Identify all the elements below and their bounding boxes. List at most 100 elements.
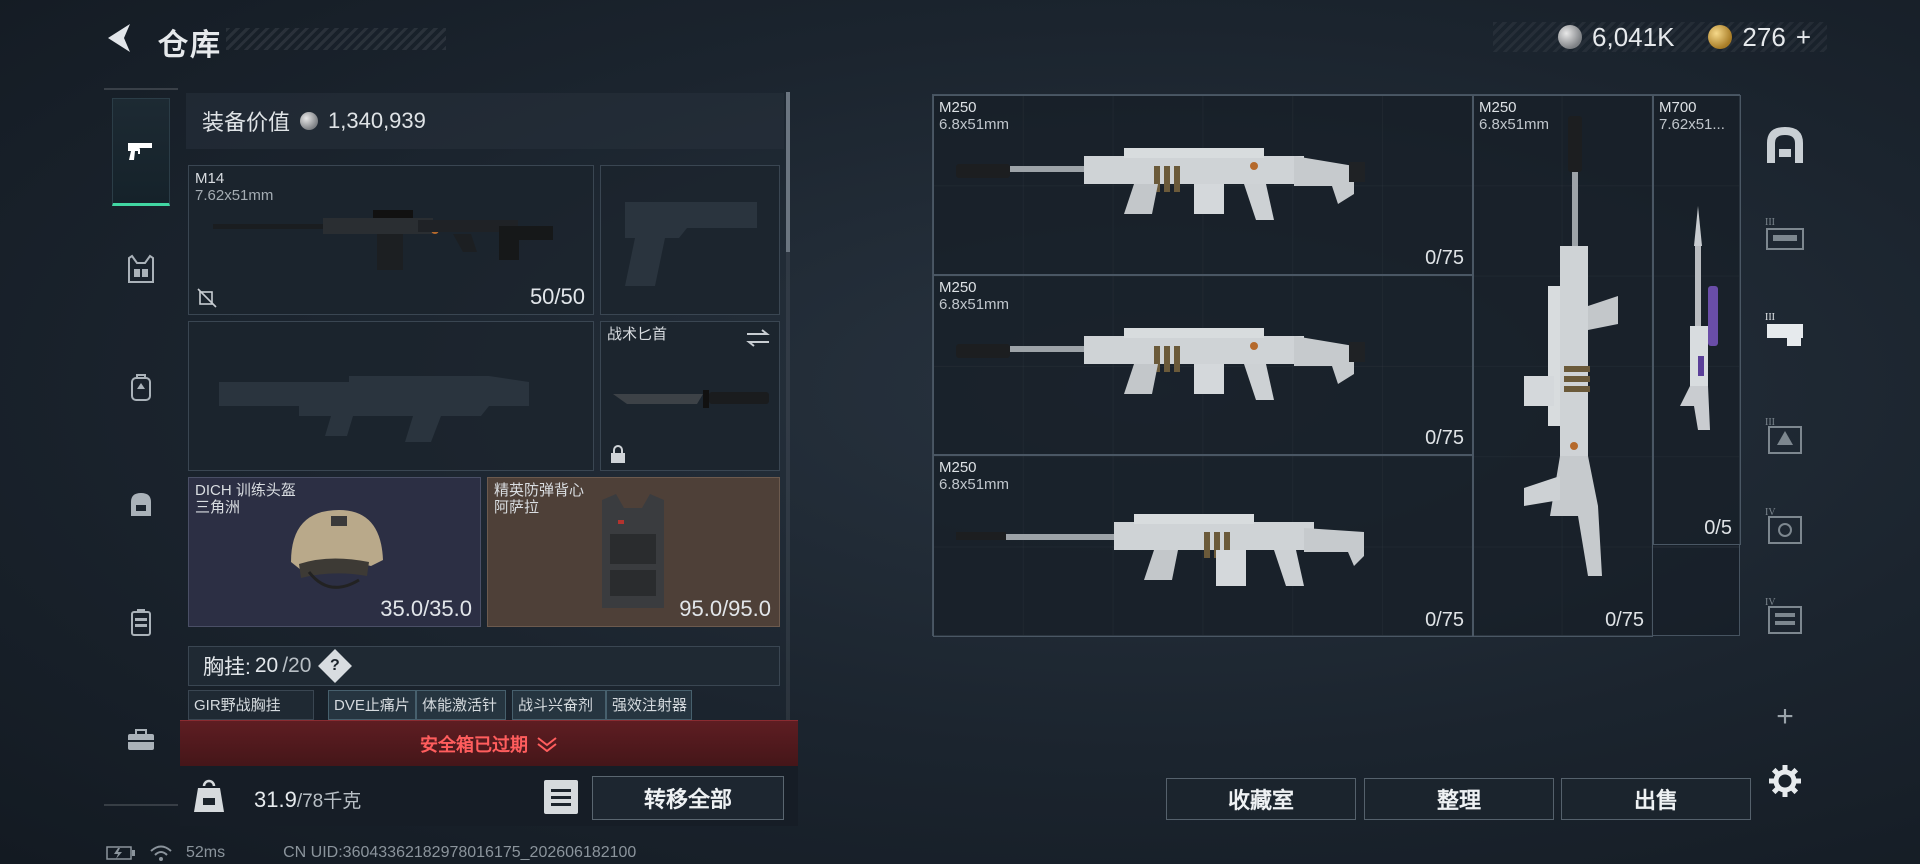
- safe-box-expired-banner[interactable]: 安全箱已过期: [180, 720, 798, 766]
- rail-item-toolbox[interactable]: [112, 710, 170, 768]
- svg-text:III: III: [1765, 312, 1775, 323]
- wifi-icon: [150, 845, 172, 861]
- swap-icon[interactable]: [745, 328, 771, 348]
- status-line: 52ms CN UID:3604336218297801617​5_202606…: [106, 844, 636, 862]
- m14-rifle-icon: [213, 210, 553, 270]
- painkiller-item[interactable]: DVE止痛片: [328, 690, 416, 720]
- uid-text: CN UID:3604336218297801617​5_20260618210…: [283, 844, 637, 861]
- m250-machine-gun-icon: [956, 148, 1365, 220]
- stash-tab-icon: [1767, 127, 1803, 163]
- armor-vest-icon: [602, 494, 664, 608]
- transfer-all-button[interactable]: 转移全部: [592, 776, 784, 820]
- lock-icon: [611, 445, 625, 463]
- chest-rig-header: 胸挂: 20 /20 ?: [188, 646, 780, 686]
- organize-button[interactable]: 整理: [1364, 778, 1554, 820]
- rail-item-vest[interactable]: [112, 240, 170, 298]
- item-ammo-count: 0/75: [1425, 427, 1464, 449]
- safe-box-expired-text: 安全箱已过期: [420, 734, 528, 755]
- m250-machine-gun-icon: [956, 328, 1365, 400]
- knife-name: 战术匕首: [607, 326, 668, 343]
- armor-origin: 阿萨拉: [494, 499, 540, 516]
- m250-machine-gun-vertical-icon: [1524, 116, 1618, 576]
- chest-rig-item[interactable]: GIR野战胸挂: [188, 690, 314, 720]
- helmet-name: DICH 训练头盔: [195, 482, 296, 499]
- stash-tab-tier4-b[interactable]: IV: [1754, 584, 1816, 646]
- settings-button[interactable]: [1754, 750, 1816, 812]
- equipment-value: 1,340,939: [328, 108, 426, 133]
- item-ammo-count: 0/75: [1425, 609, 1464, 631]
- stash-item-m250[interactable]: M250 6.8x51mm 0/75: [933, 275, 1473, 455]
- tier-3-case-icon: III: [1765, 217, 1804, 250]
- primary-weapon-slot[interactable]: M14 7.62x51mm 50/50: [188, 165, 594, 315]
- ammo-count: 50/50: [529, 284, 585, 309]
- help-button[interactable]: ?: [318, 649, 353, 683]
- collection-room-button[interactable]: 收藏室: [1166, 778, 1356, 820]
- item-name: M250: [939, 279, 977, 296]
- stimulant-item[interactable]: 战斗兴奋剂: [512, 690, 606, 720]
- item-caliber: 6.8x51mm: [939, 476, 1010, 493]
- rail-item-case[interactable]: [112, 593, 170, 651]
- battery-icon: [106, 846, 135, 860]
- weight-icon: [194, 779, 224, 812]
- backpack-icon: [131, 374, 151, 401]
- armor-slot[interactable]: 精英防弹背心 阿萨拉 95.0/95.0: [487, 477, 780, 627]
- weapon-name: M14: [195, 170, 225, 187]
- injector-item[interactable]: 强效注射器: [606, 690, 692, 720]
- armor-durability: 95.0/95.0: [679, 596, 771, 621]
- item-ammo-count: 0/75: [1425, 247, 1464, 269]
- item-ammo-count: 0/5: [1704, 517, 1732, 539]
- silver-coin-icon: [300, 112, 319, 130]
- weight-readout: 31.9/78千克: [254, 786, 361, 813]
- item-name: M250: [1479, 99, 1517, 116]
- no-mod-icon: [197, 288, 217, 308]
- tier-3-case-2-icon: III: [1765, 312, 1803, 346]
- case-icon: [131, 609, 151, 636]
- item-name: M250: [939, 99, 977, 116]
- add-stash-tab-button[interactable]: +: [1754, 686, 1816, 748]
- gold-coin-icon: [1708, 25, 1733, 49]
- rail-item-bag[interactable]: [112, 475, 170, 533]
- rail-item-backpack[interactable]: [112, 358, 170, 416]
- stash-tab-tier3-b[interactable]: III: [1754, 299, 1816, 361]
- category-rail: [104, 88, 178, 806]
- weight-max: /78千克: [296, 791, 362, 812]
- title-decoration: [226, 28, 446, 50]
- tier-3-bag-icon: III: [1765, 417, 1802, 454]
- pistol-slot[interactable]: [600, 165, 780, 315]
- equipment-value-bar: 装备价值 1,340,939: [186, 93, 784, 149]
- stash-tab-main[interactable]: [1754, 114, 1816, 176]
- toolbox-icon: [128, 729, 154, 750]
- silver-amount: 6,041K: [1592, 21, 1675, 52]
- gear-icon: [1769, 765, 1801, 797]
- equipment-value-label: 装备价值: [202, 110, 291, 135]
- secondary-weapon-slot[interactable]: [188, 321, 594, 471]
- chest-rig-label: 胸挂:: [203, 656, 251, 679]
- stash-tab-tier4-a[interactable]: IV: [1754, 494, 1816, 556]
- tier-4-box-icon: IV: [1765, 597, 1802, 634]
- helmet-slot[interactable]: DICH 训练头盔 三角洲 35.0/35.0: [188, 477, 481, 627]
- weight-current: 31.9: [254, 787, 297, 812]
- bag-icon: [131, 493, 151, 516]
- back-button[interactable]: [100, 18, 140, 58]
- gold-amount: 276: [1742, 21, 1786, 52]
- m250-machine-gun-icon: [956, 514, 1364, 586]
- stash-tab-tier3-a[interactable]: III: [1754, 204, 1816, 266]
- list-view-button[interactable]: [544, 780, 578, 814]
- melee-slot[interactable]: 战术匕首: [600, 321, 780, 471]
- rail-item-weapons[interactable]: [112, 98, 170, 206]
- pistol-icon: [128, 143, 152, 160]
- add-currency-button[interactable]: +: [1796, 22, 1811, 53]
- sell-button[interactable]: 出售: [1561, 778, 1751, 820]
- stash-item-m250[interactable]: M250 6.8x51mm 0/75: [933, 95, 1473, 275]
- stash-tab-tier3-c[interactable]: III: [1754, 404, 1816, 466]
- svg-text:III: III: [1765, 217, 1775, 228]
- stash-tab-rail: III III III IV IV +: [1754, 94, 1816, 830]
- tier-4-case-icon: IV: [1765, 507, 1802, 544]
- equipment-scrollbar-thumb[interactable]: [786, 92, 790, 252]
- stash-item-m700[interactable]: M700 7.62x51... 0/5: [1653, 95, 1741, 545]
- m700-sniper-rifle-icon: [1680, 206, 1718, 430]
- stash-item-m250[interactable]: M250 6.8x51mm 0/75: [933, 455, 1473, 637]
- tactical-knife-icon: [613, 390, 769, 408]
- energy-injector-item[interactable]: 体能激活针: [416, 690, 506, 720]
- stash-item-m250-vertical[interactable]: M250 6.8x51mm 0/75: [1473, 95, 1653, 637]
